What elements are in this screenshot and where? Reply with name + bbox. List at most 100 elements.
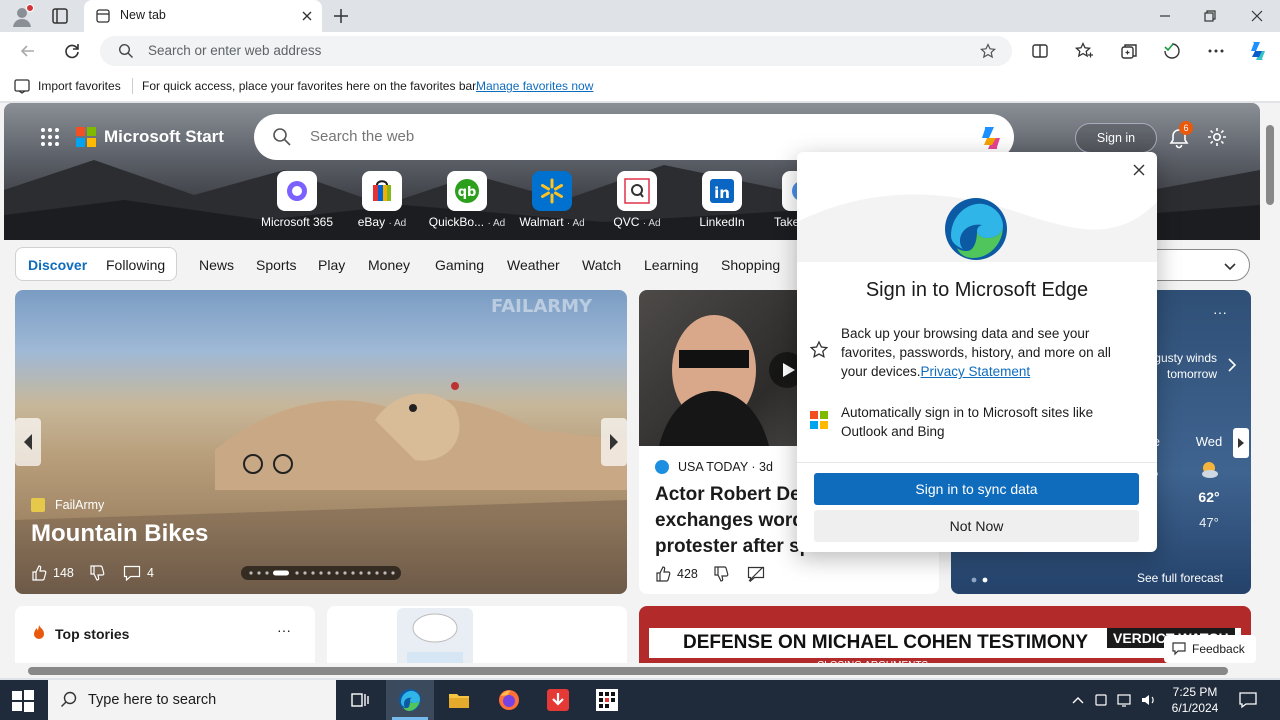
ad-label: · Ad <box>566 218 585 229</box>
taskbar-clock[interactable]: 7:25 PM 6/1/2024 <box>1160 684 1230 716</box>
quick-link-microsoft-365[interactable]: Microsoft 365 <box>257 171 337 229</box>
new-tab-button[interactable] <box>332 7 350 25</box>
quick-link-quickbooks[interactable]: qb QuickBo... · Ad <box>427 171 507 229</box>
import-favorites-link[interactable]: Import favorites <box>38 79 121 93</box>
taskbar-search-box[interactable]: Type here to search <box>48 680 336 720</box>
nav-gaming[interactable]: Gaming <box>435 257 484 273</box>
refresh-icon[interactable] <box>62 41 82 61</box>
restore-icon[interactable] <box>1200 6 1220 26</box>
pinned-app-icon[interactable] <box>583 680 631 720</box>
scroll-thumb[interactable] <box>1266 125 1274 205</box>
tab-actions-icon[interactable] <box>50 6 70 26</box>
sync-benefit-text: Back up your browsing data and see your … <box>841 324 1133 381</box>
add-favorite-star-icon[interactable] <box>980 43 996 59</box>
tab-new-tab[interactable]: New tab <box>84 0 322 32</box>
nav-money[interactable]: Money <box>368 257 410 273</box>
tab-discover[interactable]: Discover <box>28 257 87 273</box>
nav-news[interactable]: News <box>199 257 234 273</box>
copilot-icon[interactable] <box>1246 39 1270 63</box>
close-dialog-icon[interactable] <box>1131 162 1147 178</box>
downloader-app-icon[interactable] <box>534 680 582 720</box>
quick-link-walmart[interactable]: Walmart · Ad <box>512 171 592 229</box>
feedback-icon <box>1172 642 1186 656</box>
quick-link-takeback[interactable]: Takeb <box>762 171 802 229</box>
not-now-button[interactable]: Not Now <box>814 510 1139 542</box>
like-count: 148 <box>53 566 74 580</box>
firefox-icon[interactable] <box>485 680 533 720</box>
windows-start-icon[interactable] <box>12 690 34 712</box>
dislike-thumbs-down-icon[interactable] <box>89 565 105 581</box>
featured-story-card[interactable]: FAILARMY FailArmy Mountain Bikes 148 4 <box>15 290 627 594</box>
nav-sports[interactable]: Sports <box>256 257 296 273</box>
top-stories-more-options[interactable]: ··· <box>277 622 291 638</box>
task-view-icon[interactable] <box>336 680 384 720</box>
nav-weather[interactable]: Weather <box>507 257 560 273</box>
settings-more-icon[interactable] <box>1206 41 1226 61</box>
nav-play[interactable]: Play <box>318 257 345 273</box>
windows-taskbar: Type here to search 7:25 PM 6/1/2024 <box>0 680 1280 720</box>
hide-story-icon[interactable] <box>747 566 765 582</box>
story-headline[interactable]: Mountain Bikes <box>31 520 208 548</box>
quick-link-linkedin[interactable]: in LinkedIn <box>682 171 762 229</box>
privacy-statement-link[interactable]: Privacy Statement <box>921 364 1031 379</box>
minimize-icon[interactable] <box>1155 6 1175 26</box>
address-bar[interactable]: Search or enter web address <box>100 36 1012 66</box>
nav-learning[interactable]: Learning <box>644 257 699 273</box>
web-search-input[interactable]: Search the web <box>310 128 414 145</box>
quick-link-qvc[interactable]: QVC · Ad <box>597 171 677 229</box>
feedback-button[interactable]: Feedback <box>1164 635 1256 663</box>
tab-title: New tab <box>120 8 166 22</box>
chevron-right-icon[interactable] <box>1227 358 1237 372</box>
collections-icon[interactable] <box>1119 41 1139 61</box>
notification-center-icon[interactable] <box>1238 690 1258 710</box>
address-input[interactable]: Search or enter web address <box>148 43 321 58</box>
back-icon[interactable] <box>18 41 38 61</box>
brand-title[interactable]: Microsoft Start <box>104 127 224 147</box>
favorites-bar: Import favorites For quick access, place… <box>0 70 1280 102</box>
tab-following[interactable]: Following <box>106 257 165 273</box>
nav-watch[interactable]: Watch <box>582 257 621 273</box>
app-launcher-icon[interactable] <box>40 127 60 147</box>
story-source[interactable]: USA TODAY · 3d <box>678 460 773 474</box>
weather-pager[interactable] <box>971 576 995 584</box>
carousel-pager[interactable] <box>241 566 401 580</box>
close-tab-icon[interactable] <box>300 9 314 23</box>
favorites-icon[interactable] <box>1074 41 1094 61</box>
like-thumbs-up-icon[interactable] <box>655 566 671 582</box>
search-icon <box>118 43 133 58</box>
page-settings-gear-icon[interactable] <box>1206 126 1228 148</box>
see-full-forecast-link[interactable]: See full forecast <box>1137 571 1223 585</box>
story-source[interactable]: FailArmy <box>55 498 104 512</box>
like-thumbs-up-icon[interactable] <box>31 565 47 581</box>
import-favorites-icon[interactable] <box>14 78 30 94</box>
quick-link-ebay[interactable]: eBay · Ad <box>342 171 422 229</box>
forecast-next-button[interactable] <box>1233 428 1249 458</box>
forecast-high: 62° <box>1198 489 1220 505</box>
carousel-next-button[interactable] <box>601 418 627 466</box>
split-screen-icon[interactable] <box>1030 41 1050 61</box>
carousel-prev-button[interactable] <box>15 418 41 466</box>
sign-in-to-sync-button[interactable]: Sign in to sync data <box>814 473 1139 505</box>
close-window-icon[interactable] <box>1247 6 1267 26</box>
walmart-spark-icon <box>541 178 563 204</box>
manage-favorites-link[interactable]: Manage favorites now <box>476 79 593 93</box>
weather-more-options[interactable]: ··· <box>1213 304 1227 320</box>
ebay-shopping-bag-icon <box>373 180 391 201</box>
product-image <box>397 608 473 668</box>
taskbar-search-input[interactable]: Type here to search <box>88 692 216 708</box>
sign-in-button[interactable]: Sign in <box>1075 123 1157 153</box>
browser-essentials-icon[interactable] <box>1162 41 1182 61</box>
edge-taskbar-icon[interactable] <box>386 680 434 720</box>
comment-icon[interactable] <box>123 565 141 581</box>
dislike-thumbs-down-icon[interactable] <box>713 566 729 582</box>
horizontal-scrollbar[interactable] <box>0 663 1262 678</box>
file-explorer-icon[interactable] <box>435 680 483 720</box>
vertical-scrollbar[interactable] <box>1262 103 1280 663</box>
copilot-icon[interactable] <box>976 123 1006 153</box>
feedback-label: Feedback <box>1192 642 1245 656</box>
scroll-thumb[interactable] <box>28 667 1228 675</box>
system-tray-icons[interactable] <box>1070 692 1156 708</box>
svg-text:in: in <box>714 184 730 202</box>
nav-shopping[interactable]: Shopping <box>721 257 780 273</box>
profile-icon[interactable] <box>10 4 34 28</box>
